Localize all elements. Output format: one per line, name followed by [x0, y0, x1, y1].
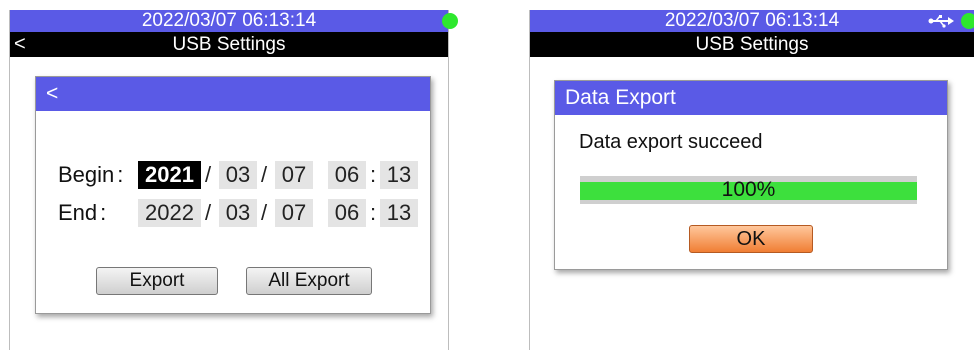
progress-label: 100% — [721, 178, 776, 201]
begin-day-field[interactable]: 07 — [275, 161, 313, 189]
begin-label: Begin: — [58, 162, 124, 187]
end-hour-field[interactable]: 06 — [328, 199, 366, 227]
usb-settings-screen-left: 2022/03/07 06:13:14 < USB Settings < Beg… — [9, 10, 458, 350]
end-row: End: 2022 / 03 / 07 06 : 13 — [58, 199, 418, 227]
status-bar: 2022/03/07 06:13:14 — [530, 10, 974, 32]
begin-row: Begin: 2021 / 03 / 07 06 : 13 — [58, 161, 418, 189]
begin-month-field[interactable]: 03 — [219, 161, 257, 189]
end-year-field[interactable]: 2022 — [138, 199, 201, 227]
page-title: USB Settings — [695, 33, 809, 55]
end-label: End: — [58, 200, 107, 225]
back-icon[interactable]: < — [14, 32, 26, 57]
begin-minute-field[interactable]: 13 — [380, 161, 418, 189]
date-separator: / — [261, 200, 268, 225]
export-button[interactable]: Export — [96, 267, 218, 295]
date-separator: / — [261, 162, 268, 187]
title-bar: < USB Settings — [10, 32, 448, 57]
all-export-button[interactable]: All Export — [246, 267, 372, 295]
export-status-message: Data export succeed — [579, 131, 763, 153]
dialog-title: Data Export — [565, 86, 676, 109]
usb-settings-screen-right: 2022/03/07 06:13:14 USB Settings Data Ex… — [529, 10, 974, 350]
time-separator: : — [370, 200, 377, 225]
export-progress-bar: 100% — [580, 176, 917, 204]
title-bar: USB Settings — [530, 32, 974, 57]
end-month-field[interactable]: 03 — [219, 199, 257, 227]
date-separator: / — [205, 162, 212, 187]
end-minute-field[interactable]: 13 — [380, 199, 418, 227]
dialog-header: < — [36, 77, 430, 111]
datetime: 2022/03/07 06:13:14 — [664, 10, 840, 31]
dialog-back-icon[interactable]: < — [46, 82, 58, 106]
date-separator: / — [205, 200, 212, 225]
dialog-header: Data Export — [555, 81, 947, 115]
ok-button[interactable]: OK — [689, 225, 813, 253]
begin-year-field[interactable]: 2021 — [138, 161, 201, 189]
datetime: 2022/03/07 06:13:14 — [141, 10, 317, 31]
export-range-dialog: < Begin: 2021 / 03 / 07 06 : 13 End: 202… — [35, 76, 431, 314]
green-dot-icon — [442, 13, 458, 29]
green-dot-icon — [961, 13, 974, 29]
time-separator: : — [370, 162, 377, 187]
end-day-field[interactable]: 07 — [275, 199, 313, 227]
status-bar: 2022/03/07 06:13:14 — [10, 10, 458, 32]
begin-hour-field[interactable]: 06 — [328, 161, 366, 189]
page-title: USB Settings — [172, 33, 286, 55]
data-export-dialog: Data Export Data export succeed 100% OK — [554, 80, 948, 270]
usb-icon — [928, 15, 954, 28]
